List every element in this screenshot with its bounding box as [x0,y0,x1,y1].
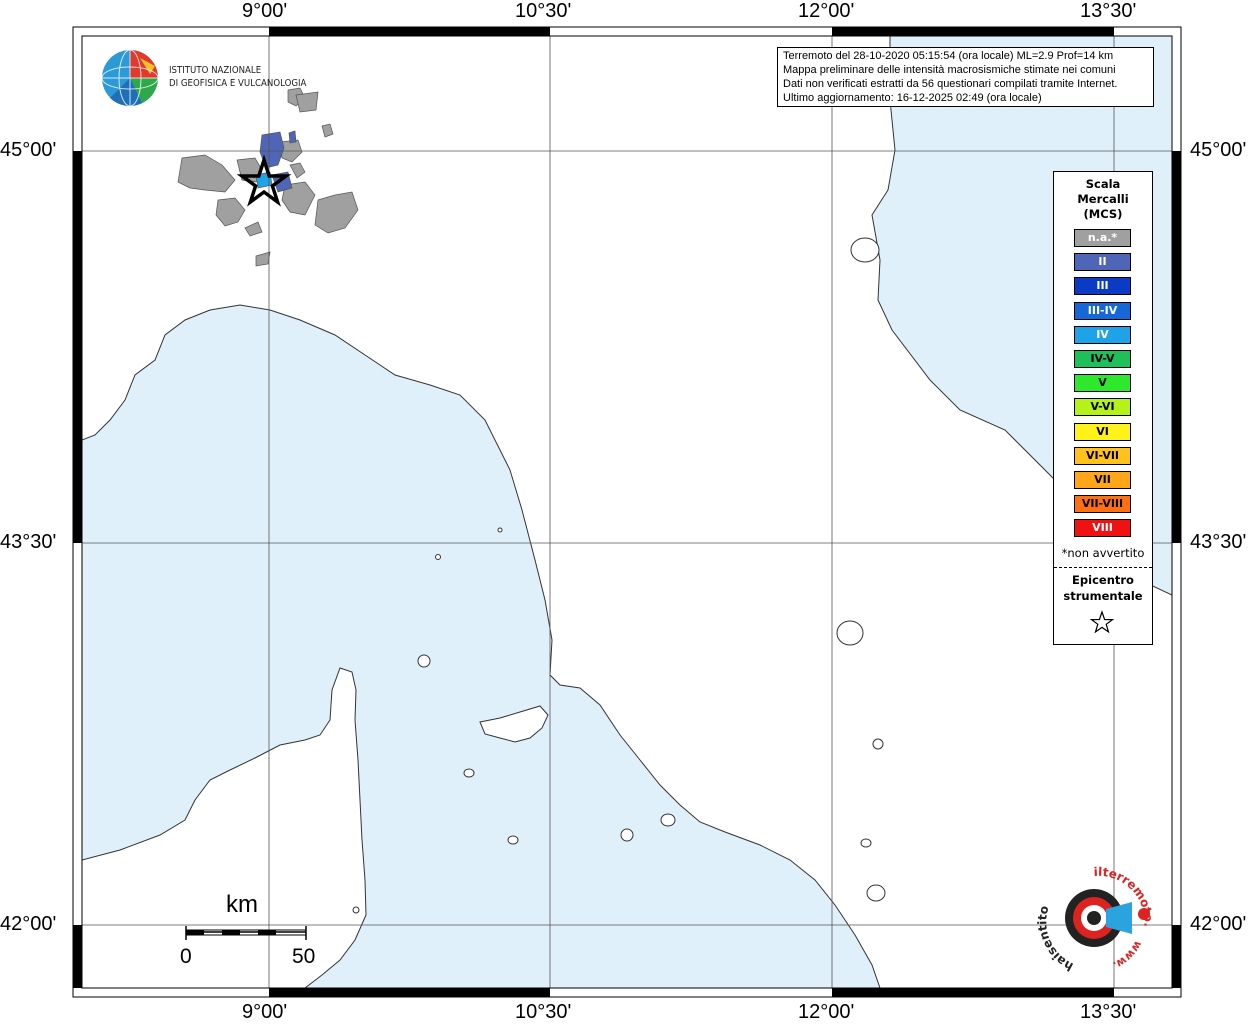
lat-label-left-2: 43°30' [0,531,57,553]
scale-bar-start: 0 [180,945,192,968]
mcs-legend: Scala Mercalli (MCS) n.a.* II III III-IV IV I… [1053,171,1153,645]
event-info-box: Terremoto del 28-10-2020 05:15:54 (ora l… [777,47,1154,107]
scale-bar-unit: km [226,891,258,918]
event-info-line-1: Terremoto del 28-10-2020 05:15:54 (ora l… [783,50,1114,62]
hai-sentito-logo: haisentito ilterremoto.it www. [1036,862,1156,974]
institute-name: ISTITUTO NAZIONALE DI GEOFISICA E VULCAN… [169,64,306,90]
lon-label-bottom-4: 13°30' [1080,1001,1137,1023]
event-info-line-2: Mappa preliminare delle intensità macros… [783,64,1116,76]
legend-star-icon [1090,610,1114,634]
lat-label-right-2: 43°30' [1190,531,1247,553]
legend-separator [1054,567,1152,568]
scale-bar-end: 50 [292,945,316,968]
legend-swatch: VIII [1074,519,1131,538]
legend-epicenter-2: strumentale [1063,589,1143,603]
lon-label-bottom-3: 12°00' [798,1001,855,1023]
legend-swatch: V [1074,374,1131,393]
event-info-line-4: Ultimo aggiornamento: 16-12-2025 02:49 (… [783,92,1042,104]
legend-title: Scala Mercalli (MCS) [1054,177,1152,222]
legend-swatch: V-VI [1074,398,1131,417]
institute-line-1: ISTITUTO NAZIONALE [169,65,262,76]
lon-label-top-4: 13°30' [1080,0,1137,22]
lon-label-top-3: 12°00' [798,0,855,22]
lat-label-left-1: 45°00' [0,139,57,161]
lon-label-top-2: 10°30' [515,0,572,22]
legend-title-3: (MCS) [1083,207,1123,221]
lat-label-right-1: 45°00' [1190,139,1247,161]
hsi-text-url: www. [1111,939,1145,973]
legend-swatch: VII-VIII [1074,495,1131,514]
legend-swatch: VI [1074,422,1131,441]
legend-swatch: IV [1074,325,1131,344]
legend-note: *non avvertito [1061,546,1145,560]
legend-swatch: II [1074,253,1131,272]
legend-swatch: IV-V [1074,350,1131,368]
lon-label-bottom-2: 10°30' [515,1001,572,1023]
legend-title-1: Scala [1085,177,1121,191]
lon-label-bottom-1: 9°00' [242,1001,288,1023]
legend-swatch: VI-VII [1074,446,1131,465]
legend-swatch: n.a.* [1074,229,1131,247]
institute-line-2: DI GEOFISICA E VULCANOLOGIA [169,78,307,89]
legend-title-2: Mercalli [1077,192,1129,206]
lat-label-right-3: 42°00' [1190,913,1247,935]
legend-swatch: VII [1074,471,1131,489]
lon-label-top-1: 9°00' [242,0,288,22]
legend-swatch: III [1074,277,1131,296]
lat-label-left-3: 42°00' [0,913,57,935]
legend-epicenter-1: Epicentro [1072,573,1134,587]
legend-epicenter-label: Epicentro strumentale [1054,572,1152,604]
legend-swatch: III-IV [1074,301,1131,320]
event-info-line-3: Dati non verificati estratti da 56 quest… [783,78,1118,90]
